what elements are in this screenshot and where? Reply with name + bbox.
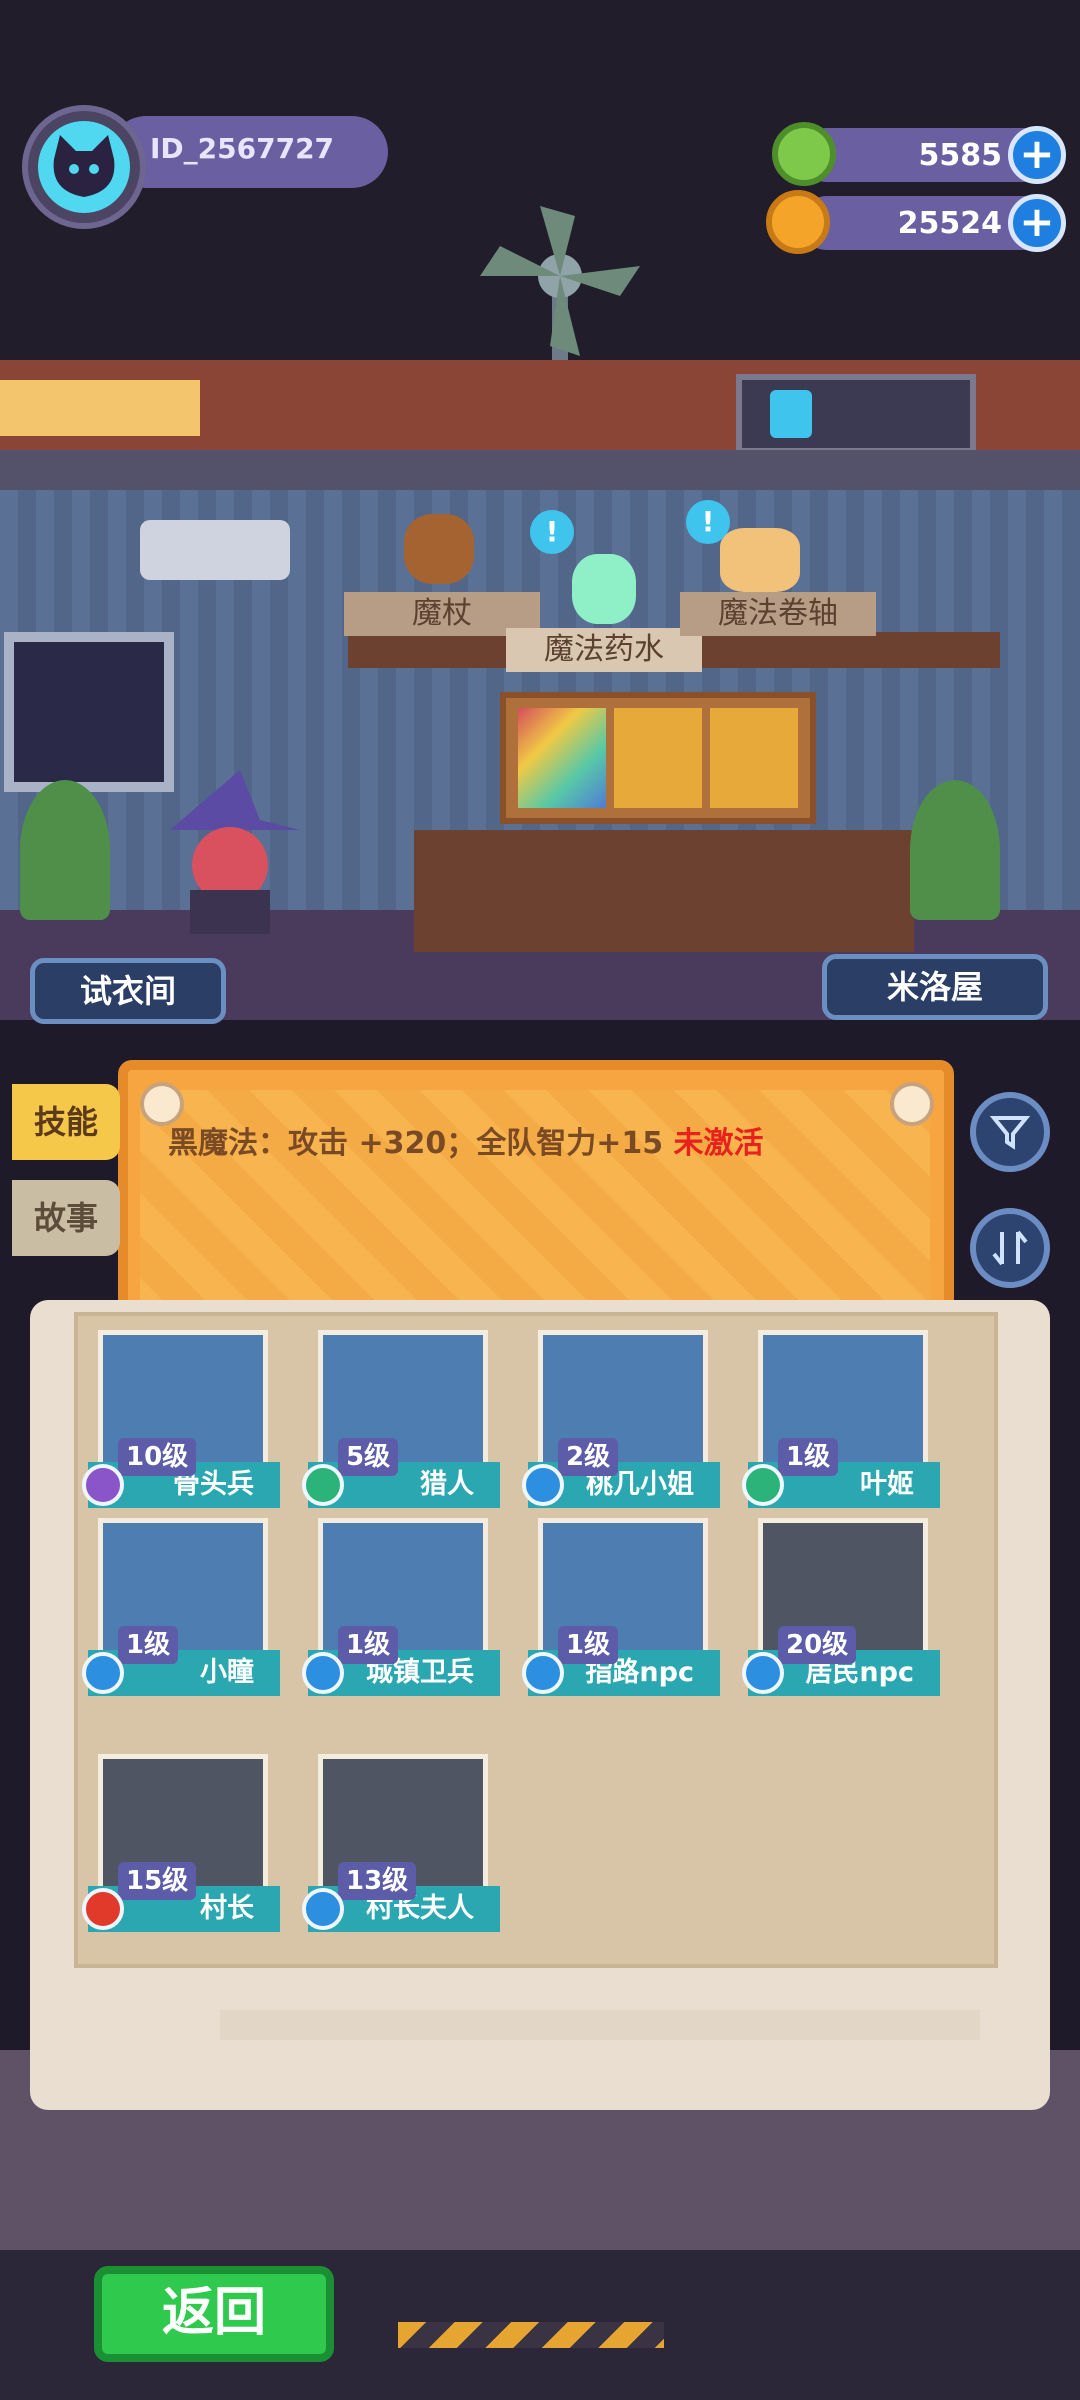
potion-icon[interactable] bbox=[572, 554, 636, 624]
class-shield-icon bbox=[522, 1464, 564, 1506]
witch-character[interactable] bbox=[150, 770, 310, 940]
lightning-icon bbox=[770, 390, 812, 438]
character-card[interactable]: 居民npc 20级 bbox=[742, 1518, 940, 1708]
character-level: 13级 bbox=[338, 1862, 417, 1900]
skill-status: 未激活 bbox=[673, 1126, 764, 1161]
case-slot-2[interactable] bbox=[614, 708, 702, 808]
character-card[interactable]: 城镇卫兵 1级 bbox=[302, 1518, 500, 1708]
pin-icon bbox=[890, 1082, 934, 1126]
character-level: 10级 bbox=[118, 1438, 197, 1476]
projector-icon bbox=[140, 520, 290, 580]
character-level: 1级 bbox=[778, 1438, 839, 1476]
ceiling-fan-icon bbox=[480, 206, 640, 366]
back-button[interactable]: 返回 bbox=[94, 2266, 334, 2362]
sign-potion[interactable]: 魔法药水 bbox=[506, 628, 702, 672]
class-shield-icon bbox=[82, 1888, 124, 1930]
class-shield-icon bbox=[302, 1464, 344, 1506]
character-level: 20级 bbox=[778, 1626, 857, 1664]
character-card[interactable]: 骨头兵 10级 bbox=[82, 1330, 280, 1520]
character-level: 1级 bbox=[558, 1626, 619, 1664]
plant-left bbox=[20, 780, 110, 920]
character-level: 1级 bbox=[338, 1626, 399, 1664]
character-card[interactable]: 村长 15级 bbox=[82, 1754, 280, 1944]
hazard-stripe bbox=[398, 2322, 664, 2348]
class-shield-icon bbox=[302, 1652, 344, 1694]
scroll-alert-icon: ! bbox=[686, 500, 730, 544]
shelf-lamp-panel bbox=[0, 380, 200, 436]
add-gems-button[interactable]: + bbox=[1008, 126, 1066, 184]
class-shield-icon bbox=[82, 1464, 124, 1506]
character-card[interactable]: 桃几小姐 2级 bbox=[522, 1330, 720, 1520]
character-card[interactable]: 指路npc 1级 bbox=[522, 1518, 720, 1708]
case-slot-1[interactable] bbox=[518, 708, 606, 808]
shelf-band bbox=[0, 450, 1080, 490]
skill-effect: 黑魔法：攻击 +320；全队智力+15 bbox=[168, 1126, 664, 1161]
scroll-icon[interactable] bbox=[720, 528, 800, 592]
cat-avatar-icon[interactable] bbox=[38, 121, 130, 213]
character-level: 1级 bbox=[118, 1626, 179, 1664]
class-shield-icon bbox=[742, 1652, 784, 1694]
desk bbox=[414, 830, 914, 952]
filter-button[interactable] bbox=[970, 1092, 1050, 1172]
sort-button[interactable] bbox=[970, 1208, 1050, 1288]
character-level: 2级 bbox=[558, 1438, 619, 1476]
sign-scroll[interactable]: 魔法卷轴 bbox=[680, 592, 876, 636]
class-shield-icon bbox=[82, 1652, 124, 1694]
wand-icon[interactable] bbox=[404, 514, 474, 584]
milo-house-button[interactable]: 米洛屋 bbox=[822, 954, 1048, 1020]
tab-skill[interactable]: 技能 bbox=[12, 1084, 120, 1160]
tab-story[interactable]: 故事 bbox=[12, 1180, 120, 1256]
dressing-room-button[interactable]: 试衣间 bbox=[30, 958, 226, 1024]
character-card[interactable]: 猎人 5级 bbox=[302, 1330, 500, 1520]
case-slot-3[interactable] bbox=[710, 708, 798, 808]
character-level: 5级 bbox=[338, 1438, 399, 1476]
filter-icon bbox=[989, 1116, 1031, 1150]
coin-count: 25524 bbox=[897, 206, 1002, 241]
character-card[interactable]: 叶姬 1级 bbox=[742, 1330, 940, 1520]
plant-right bbox=[910, 780, 1000, 920]
potion-alert-icon: ! bbox=[530, 510, 574, 554]
gem-count: 5585 bbox=[918, 138, 1003, 173]
window bbox=[4, 632, 174, 792]
sort-icon bbox=[992, 1230, 1028, 1266]
add-coins-button[interactable]: + bbox=[1008, 194, 1066, 252]
gold-planet-icon bbox=[766, 190, 830, 254]
green-gem-icon bbox=[772, 122, 836, 186]
character-card[interactable]: 小瞳 1级 bbox=[82, 1518, 280, 1708]
blurred-footer-text bbox=[220, 2010, 980, 2040]
milo-house-label: 米洛屋 bbox=[886, 968, 983, 1006]
character-card[interactable]: 村长夫人 13级 bbox=[302, 1754, 500, 1944]
class-shield-icon bbox=[302, 1888, 344, 1930]
class-shield-icon bbox=[742, 1464, 784, 1506]
character-level: 15级 bbox=[118, 1862, 197, 1900]
player-id: ID_2567727 bbox=[150, 132, 335, 165]
skill-description: 黑魔法：攻击 +320；全队智力+15 未激活 bbox=[168, 1118, 764, 1162]
dressing-room-label: 试衣间 bbox=[79, 972, 176, 1010]
class-shield-icon bbox=[522, 1652, 564, 1694]
